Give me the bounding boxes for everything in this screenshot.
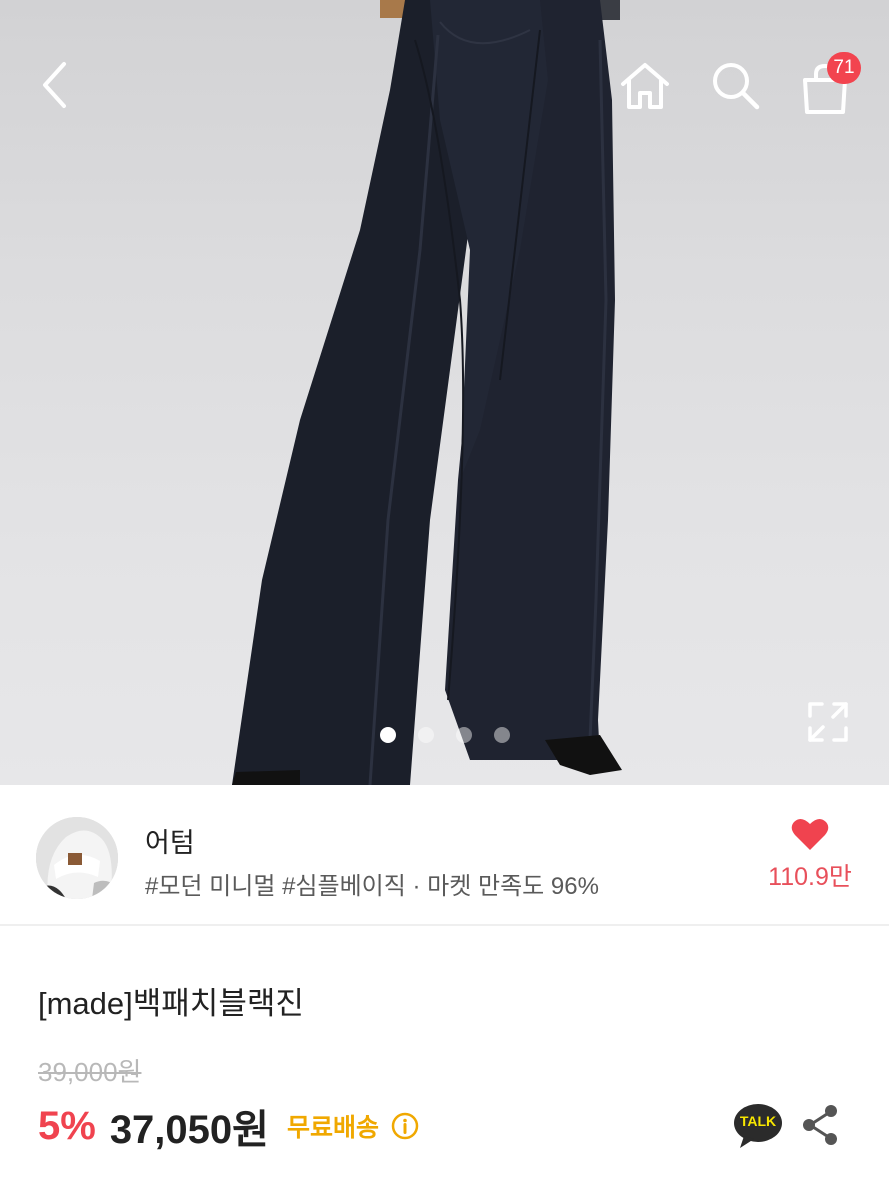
seller-avatar[interactable] bbox=[36, 817, 118, 899]
pagination-dot-active[interactable] bbox=[380, 727, 396, 743]
price-row: 5% 37,050원 무료배송 bbox=[38, 1098, 419, 1154]
back-icon bbox=[43, 62, 66, 108]
gallery-pagination bbox=[380, 727, 510, 743]
pagination-dot[interactable] bbox=[418, 727, 434, 743]
pagination-dot[interactable] bbox=[456, 727, 472, 743]
home-button[interactable] bbox=[614, 57, 676, 115]
fullscreen-button[interactable] bbox=[806, 700, 850, 744]
talk-label: TALK bbox=[739, 1113, 777, 1129]
pagination-dot[interactable] bbox=[494, 727, 510, 743]
search-button[interactable] bbox=[704, 56, 766, 114]
home-icon bbox=[621, 63, 669, 109]
like-button[interactable]: 110.9만 bbox=[760, 817, 860, 897]
heart-icon bbox=[791, 818, 829, 850]
expand-icon bbox=[808, 702, 848, 742]
shipping-info-button[interactable] bbox=[391, 1112, 419, 1140]
discount-rate: 5% bbox=[38, 1103, 96, 1148]
product-image-gallery[interactable]: 71 bbox=[0, 0, 889, 785]
like-count: 110.9만 bbox=[768, 863, 852, 891]
seller-tags: #모던 미니멀 #심플베이직 · 마켓 만족도 96% bbox=[145, 873, 599, 900]
sale-price: 37,050원 bbox=[109, 1108, 269, 1152]
product-photo bbox=[232, 0, 622, 785]
free-shipping-label: 무료배송 bbox=[286, 1114, 379, 1142]
back-button[interactable] bbox=[30, 55, 80, 115]
avatar-image bbox=[36, 817, 118, 899]
share-button[interactable] bbox=[800, 1104, 840, 1146]
product-title: [made]백패치블랙진 bbox=[38, 986, 304, 1021]
share-icon bbox=[803, 1105, 837, 1145]
kakao-talk-button[interactable]: TALK bbox=[732, 1102, 784, 1150]
seller-section[interactable]: 어텀 #모던 미니멀 #심플베이직 · 마켓 만족도 96% 110.9만 bbox=[0, 785, 889, 926]
search-icon bbox=[713, 63, 760, 110]
info-icon bbox=[391, 1112, 419, 1140]
cart-button[interactable]: 71 bbox=[795, 52, 861, 116]
cart-count-badge: 71 bbox=[827, 52, 861, 84]
original-price: 39,000원 bbox=[38, 1057, 142, 1087]
seller-name[interactable]: 어텀 bbox=[145, 821, 195, 860]
